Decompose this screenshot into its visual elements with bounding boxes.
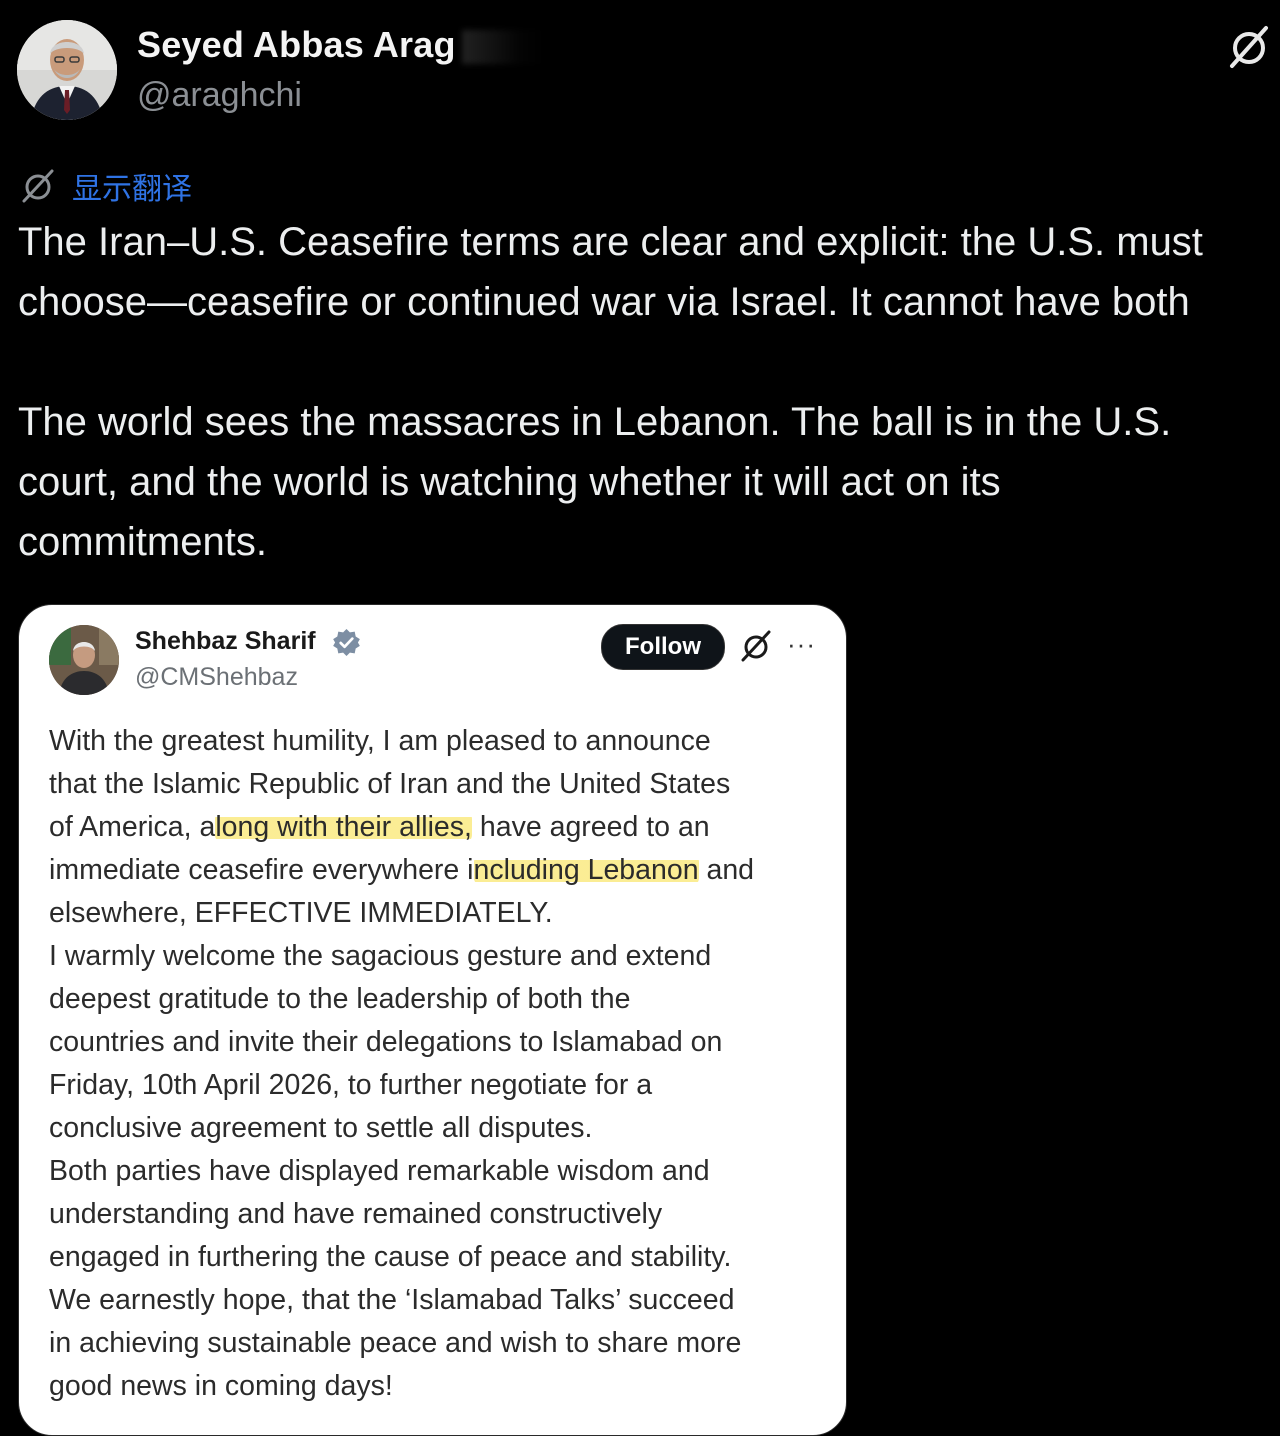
author-handle[interactable]: @araghchi: [137, 76, 302, 115]
name-blur-overlay: [462, 30, 544, 64]
follow-button[interactable]: Follow: [601, 624, 725, 670]
tweet-text: The Iran–U.S. Ceasefire terms are clear …: [18, 212, 1280, 572]
quoted-line: conclusive agreement to settle all dispu…: [49, 1112, 593, 1144]
more-icon[interactable]: ···: [787, 631, 816, 657]
quoted-line: in achieving sustainable peace and wish …: [49, 1327, 742, 1359]
quoted-line: understanding and have remained construc…: [49, 1198, 663, 1230]
tweet-line: The Iran–U.S. Ceasefire terms are clear …: [18, 220, 1203, 264]
quoted-author-avatar[interactable]: [49, 625, 119, 695]
quoted-tweet-text: With the greatest humility, I am pleased…: [49, 720, 839, 1408]
quoted-line: We earnestly hope, that the ‘Islamabad T…: [49, 1284, 735, 1316]
quoted-line: countries and invite their delegations t…: [49, 1026, 723, 1058]
tweet-line: choose—ceasefire or continued war via Is…: [18, 280, 1190, 324]
quoted-line: that the Islamic Republic of Iran and th…: [49, 768, 731, 800]
author-avatar[interactable]: [17, 20, 117, 120]
grok-icon[interactable]: [739, 629, 773, 663]
quoted-line: engaged in furthering the cause of peace…: [49, 1241, 732, 1273]
grok-icon[interactable]: [1226, 24, 1272, 70]
tweet-line: commitments.: [18, 520, 267, 564]
quoted-line: With the greatest humility, I am pleased…: [49, 725, 711, 757]
quoted-line-part: immediate ceasefire everywhere i: [49, 854, 474, 886]
show-translation-link[interactable]: 显示翻译: [72, 164, 192, 208]
quoted-line: immediate ceasefire everywhere including…: [49, 849, 839, 892]
quoted-line: deepest gratitude to the leadership of b…: [49, 983, 631, 1015]
quoted-line: elsewhere, EFFECTIVE IMMEDIATELY.: [49, 897, 553, 929]
tweet-line: court, and the world is watching whether…: [18, 460, 1001, 504]
translate-row[interactable]: 显示翻译: [20, 164, 192, 208]
highlighted-text: long with their allies,: [215, 811, 472, 843]
quoted-line: good news in coming days!: [49, 1370, 393, 1402]
tweet-line: The world sees the massacres in Lebanon.…: [18, 400, 1172, 444]
quoted-line: I warmly welcome the sagacious gesture a…: [49, 940, 712, 972]
highlighted-text: ncluding Lebanon: [473, 854, 699, 886]
quoted-line: of America, along with their allies, hav…: [49, 806, 839, 849]
quoted-author-handle[interactable]: @CMShehbaz: [135, 663, 298, 692]
tweet-line: [18, 332, 1280, 392]
quoted-tweet-card[interactable]: Shehbaz Sharif @CMShehbaz Follow ··· Wit…: [18, 604, 847, 1436]
quoted-line-part: have agreed to an: [471, 811, 710, 843]
quoted-author-name[interactable]: Shehbaz Sharif: [135, 627, 316, 656]
quoted-line: Both parties have displayed remarkable w…: [49, 1155, 710, 1187]
grok-icon: [22, 169, 54, 203]
author-name[interactable]: Seyed Abbas Arag: [137, 24, 456, 66]
quoted-line-part: of America, a: [49, 811, 216, 843]
quoted-line-part: and: [698, 854, 755, 886]
quoted-line: Friday, 10th April 2026, to further nego…: [49, 1069, 653, 1101]
verified-badge-icon: [333, 628, 360, 657]
